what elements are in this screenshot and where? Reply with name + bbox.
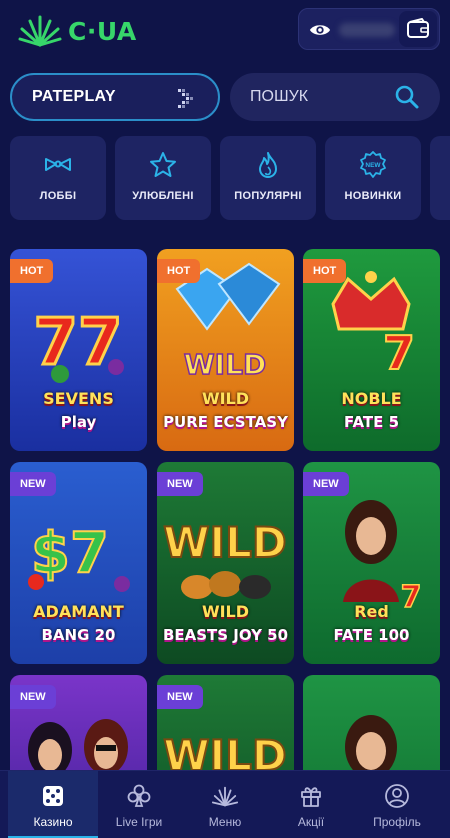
game-subtitle: Play [60, 413, 97, 431]
provider-filter[interactable]: PATEPLAY [10, 73, 220, 121]
new-badge: NEW [157, 472, 203, 496]
game-subtitle: PURE ECSTASY [163, 413, 288, 431]
category-label: НОВИНКИ [344, 190, 402, 202]
nav-label: Меню [208, 815, 242, 829]
game-tile[interactable]: 7 Red FATE 100 NEW [303, 462, 440, 664]
nav-menu[interactable]: Меню [180, 771, 270, 838]
new-badge: NEW [157, 685, 203, 709]
new-seal-icon: NEW [360, 151, 386, 178]
new-badge: NEW [303, 472, 349, 496]
user-icon [384, 783, 410, 809]
category-lobby[interactable]: ЛОББІ [10, 136, 106, 220]
game-tile[interactable]: 77 SEVENS Play HOT [10, 249, 147, 451]
game-tile[interactable]: 7 NOBLE FATE 5 HOT [303, 249, 440, 451]
dice-icon [40, 783, 66, 809]
svg-text:$7: $7 [31, 521, 109, 586]
nav-label: Акції [297, 815, 325, 829]
new-badge: NEW [10, 685, 56, 709]
category-label: ЛОББІ [39, 190, 77, 202]
palm-icon [212, 783, 238, 809]
logo-text: C·UA [68, 16, 137, 46]
search-label: ПОШУК [250, 88, 309, 105]
category-more[interactable] [430, 136, 450, 220]
provider-label: PATEPLAY [32, 88, 116, 105]
game-tile[interactable]: WILD WILD PURE ECSTASY HOT [157, 249, 294, 451]
bowtie-icon [45, 158, 71, 171]
chevron-right-icon [178, 89, 193, 108]
game-subtitle: BEASTS JOY 50 [162, 626, 289, 644]
hot-badge: HOT [303, 259, 347, 283]
palm-leaf-logo-icon [18, 15, 62, 47]
gift-icon [298, 783, 324, 809]
logo[interactable]: C·UA [18, 8, 137, 54]
game-title: ADAMANT [33, 602, 124, 621]
header: C·UA [0, 0, 450, 62]
nav-casino[interactable]: Казино [8, 771, 98, 838]
game-title: Red [354, 602, 389, 621]
svg-text:WILD: WILD [184, 348, 266, 381]
search-icon[interactable] [394, 84, 420, 110]
search-field[interactable]: ПОШУК [230, 73, 440, 121]
svg-text:WILD: WILD [163, 518, 287, 567]
new-badge: NEW [10, 472, 56, 496]
category-favorites[interactable]: УЛЮБЛЕНІ [115, 136, 211, 220]
game-tile[interactable]: $7 ADAMANT BANG 20 NEW [10, 462, 147, 664]
game-subtitle: FATE 100 [333, 626, 410, 644]
flame-icon [259, 152, 277, 178]
nav-label: Казино [33, 815, 73, 829]
game-title: SEVENS [43, 389, 114, 408]
nav-label: Live Ігри [115, 815, 163, 829]
category-label: УЛЮБЛЕНІ [132, 190, 194, 202]
hot-badge: HOT [157, 259, 201, 283]
star-icon [150, 152, 176, 177]
category-popular[interactable]: ПОПУЛЯРНІ [220, 136, 316, 220]
game-title: NOBLE [341, 389, 402, 408]
game-title: WILD [201, 389, 250, 408]
balance-box[interactable] [298, 8, 440, 50]
wallet-icon [407, 18, 429, 38]
hidden-balance [339, 23, 395, 37]
game-tile[interactable]: WILD WILD BEASTS JOY 50 NEW [157, 462, 294, 664]
category-new[interactable]: NEW НОВИНКИ [325, 136, 421, 220]
svg-text:7: 7 [383, 326, 415, 380]
nav-label: Профіль [373, 815, 421, 829]
bottom-nav: Казино Live Ігри Меню Акції Профіль [0, 770, 450, 838]
clubs-icon [126, 783, 152, 809]
eye-icon[interactable] [309, 19, 331, 41]
game-subtitle: FATE 5 [343, 413, 400, 431]
game-title: WILD [201, 602, 250, 621]
nav-promotions[interactable]: Акції [266, 771, 356, 838]
game-subtitle: BANG 20 [41, 626, 116, 644]
svg-text:NEW: NEW [365, 162, 381, 169]
hot-badge: HOT [10, 259, 54, 283]
wallet-button[interactable] [399, 11, 437, 47]
category-label: ПОПУЛЯРНІ [234, 190, 302, 202]
nav-live-games[interactable]: Live Ігри [94, 771, 184, 838]
nav-profile[interactable]: Профіль [352, 771, 442, 838]
